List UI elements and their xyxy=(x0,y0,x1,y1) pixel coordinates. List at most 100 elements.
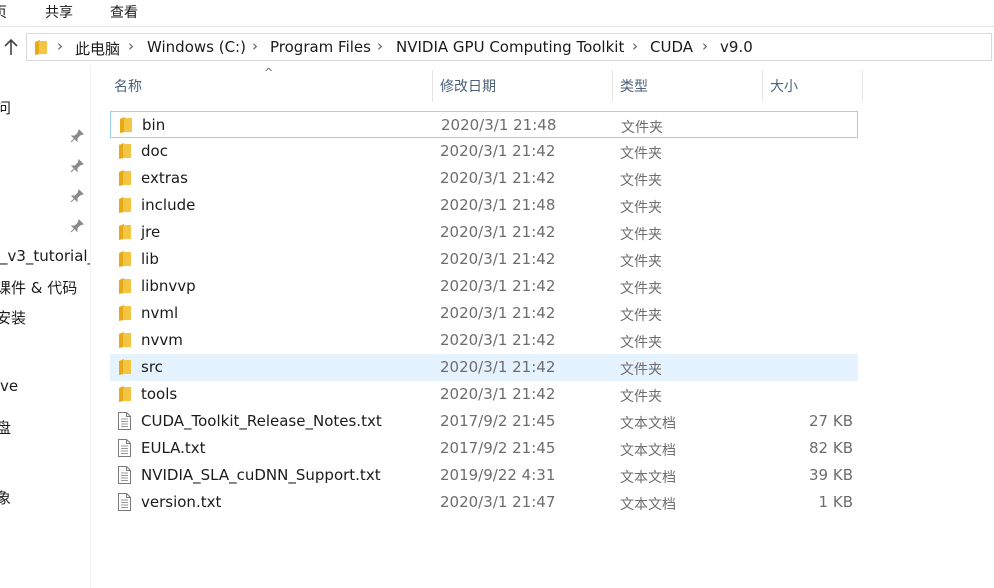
file-type: 文件夹 xyxy=(620,362,662,378)
file-name: nvvm xyxy=(141,331,183,349)
file-date: 2019/9/22 4:31 xyxy=(440,466,556,484)
file-date: 2020/3/1 21:42 xyxy=(440,277,556,295)
text-file-icon xyxy=(118,493,131,511)
column-header-type[interactable]: 类型 xyxy=(620,76,648,100)
column-header-name[interactable]: 名称 xyxy=(114,76,142,100)
file-name: version.txt xyxy=(141,493,222,511)
file-type: 文件夹 xyxy=(620,389,662,405)
column-divider[interactable] xyxy=(862,70,863,102)
text-file-icon xyxy=(118,439,131,457)
file-date: 2020/3/1 21:48 xyxy=(440,196,556,214)
folder-icon xyxy=(119,386,131,402)
file-row[interactable]: libnvvp 2020/3/1 21:42 文件夹 xyxy=(110,273,858,300)
breadcrumb-drive[interactable]: Windows (C:) xyxy=(147,38,246,56)
column-header-size[interactable]: 大小 xyxy=(770,76,798,100)
pin-icon xyxy=(70,189,84,203)
chevron-right-icon[interactable]: › xyxy=(128,37,134,55)
file-name: EULA.txt xyxy=(141,439,206,457)
folder-icon xyxy=(119,278,131,294)
sidebar-item[interactable]: 盘 xyxy=(0,417,11,438)
breadcrumb-nvidia-toolkit[interactable]: NVIDIA GPU Computing Toolkit xyxy=(396,38,624,56)
file-type: 文件夹 xyxy=(620,281,662,297)
file-type: 文件夹 xyxy=(620,200,662,216)
file-name: tools xyxy=(141,385,178,403)
pin-icon xyxy=(70,219,84,233)
column-divider[interactable] xyxy=(432,70,433,102)
folder-icon xyxy=(119,305,131,321)
file-row[interactable]: lib 2020/3/1 21:42 文件夹 xyxy=(110,246,858,273)
file-date: 2020/3/1 21:48 xyxy=(441,116,557,134)
file-row[interactable]: EULA.txt 2017/9/2 21:45 文本文档 82 KB xyxy=(110,435,858,462)
sidebar-item[interactable]: 安装 xyxy=(0,307,26,328)
ribbon-tabs: 页 共享 查看 xyxy=(0,0,994,27)
folder-icon xyxy=(120,117,132,133)
folder-icon xyxy=(119,143,131,159)
file-type: 文本文档 xyxy=(620,416,676,432)
chevron-right-icon[interactable]: › xyxy=(252,37,258,55)
file-row[interactable]: nvvm 2020/3/1 21:42 文件夹 xyxy=(110,327,858,354)
file-type: 文件夹 xyxy=(620,146,662,162)
breadcrumb-cuda[interactable]: CUDA xyxy=(650,38,693,56)
pin-icon xyxy=(70,159,84,173)
chevron-right-icon[interactable]: › xyxy=(57,37,63,55)
sidebar-item[interactable]: 课件 & 代码 xyxy=(0,277,77,298)
folder-icon xyxy=(119,170,131,186)
file-name: extras xyxy=(141,169,188,187)
sidebar-item[interactable]: 象 xyxy=(0,487,11,508)
file-date: 2020/3/1 21:42 xyxy=(440,385,556,403)
file-type: 文本文档 xyxy=(620,443,676,459)
tab-share[interactable]: 共享 xyxy=(45,2,73,22)
column-header-date[interactable]: 修改日期 xyxy=(440,76,496,100)
file-name: CUDA_Toolkit_Release_Notes.txt xyxy=(141,412,382,430)
chevron-right-icon[interactable]: › xyxy=(377,37,383,55)
sidebar-item[interactable]: 问 xyxy=(0,97,11,118)
chevron-right-icon[interactable]: › xyxy=(702,37,708,55)
file-date: 2020/3/1 21:47 xyxy=(440,493,556,511)
file-row[interactable]: extras 2020/3/1 21:42 文件夹 xyxy=(110,165,858,192)
file-size: 82 KB xyxy=(809,439,853,457)
pin-icon xyxy=(70,129,84,143)
sidebar-item[interactable]: _v3_tutorial_ xyxy=(0,247,90,265)
file-row[interactable]: include 2020/3/1 21:48 文件夹 xyxy=(110,192,858,219)
file-type: 文件夹 xyxy=(620,227,662,243)
file-row[interactable]: CUDA_Toolkit_Release_Notes.txt 2017/9/2 2… xyxy=(110,408,858,435)
file-row[interactable]: nvml 2020/3/1 21:42 文件夹 xyxy=(110,300,858,327)
file-date: 2020/3/1 21:42 xyxy=(440,169,556,187)
folder-icon xyxy=(119,332,131,348)
breadcrumb-this-pc[interactable]: 此电脑 xyxy=(75,38,120,59)
chevron-right-icon[interactable]: › xyxy=(632,37,638,55)
file-row[interactable]: jre 2020/3/1 21:42 文件夹 xyxy=(110,219,858,246)
sidebar-item[interactable]: ve xyxy=(0,377,18,395)
file-name: doc xyxy=(141,142,168,160)
file-date: 2017/9/2 21:45 xyxy=(440,439,556,457)
column-divider[interactable] xyxy=(612,70,613,102)
file-row[interactable]: doc 2020/3/1 21:42 文件夹 xyxy=(110,138,858,165)
file-row[interactable]: tools 2020/3/1 21:42 文件夹 xyxy=(110,381,858,408)
navigation-pane: 问 _v3_tutorial_ 课件 & 代码 安装 ve 盘 象 xyxy=(0,66,91,588)
file-size: 39 KB xyxy=(809,466,853,484)
up-arrow-icon[interactable] xyxy=(3,38,19,56)
breadcrumb-program-files[interactable]: Program Files xyxy=(270,38,371,56)
file-name: nvml xyxy=(141,304,179,322)
tab-view[interactable]: 查看 xyxy=(110,2,138,22)
file-date: 2020/3/1 21:42 xyxy=(440,250,556,268)
folder-icon xyxy=(119,251,131,267)
file-type: 文件夹 xyxy=(620,254,662,270)
file-size: 1 KB xyxy=(818,493,853,511)
breadcrumb-v9[interactable]: v9.0 xyxy=(720,38,753,56)
file-name: NVIDIA_SLA_cuDNN_Support.txt xyxy=(141,466,381,484)
file-date: 2020/3/1 21:42 xyxy=(440,304,556,322)
tab-home[interactable]: 页 xyxy=(0,2,7,22)
file-date: 2020/3/1 21:42 xyxy=(440,223,556,241)
file-row[interactable]: NVIDIA_SLA_cuDNN_Support.txt 2019/9/22 4:… xyxy=(110,462,858,489)
column-divider[interactable] xyxy=(762,70,763,102)
file-type: 文本文档 xyxy=(620,470,676,486)
file-row[interactable]: src 2020/3/1 21:42 文件夹 xyxy=(110,354,858,381)
folder-icon xyxy=(35,40,47,55)
file-name: src xyxy=(141,358,163,376)
file-row[interactable]: version.txt 2020/3/1 21:47 文本文档 1 KB xyxy=(110,489,858,516)
file-type: 文件夹 xyxy=(621,120,663,136)
address-bar[interactable]: › 此电脑 › Windows (C:) › Program Files › N… xyxy=(26,33,992,61)
file-row[interactable]: bin 2020/3/1 21:48 文件夹 xyxy=(110,111,858,138)
address-row: › 此电脑 › Windows (C:) › Program Files › N… xyxy=(0,27,994,65)
